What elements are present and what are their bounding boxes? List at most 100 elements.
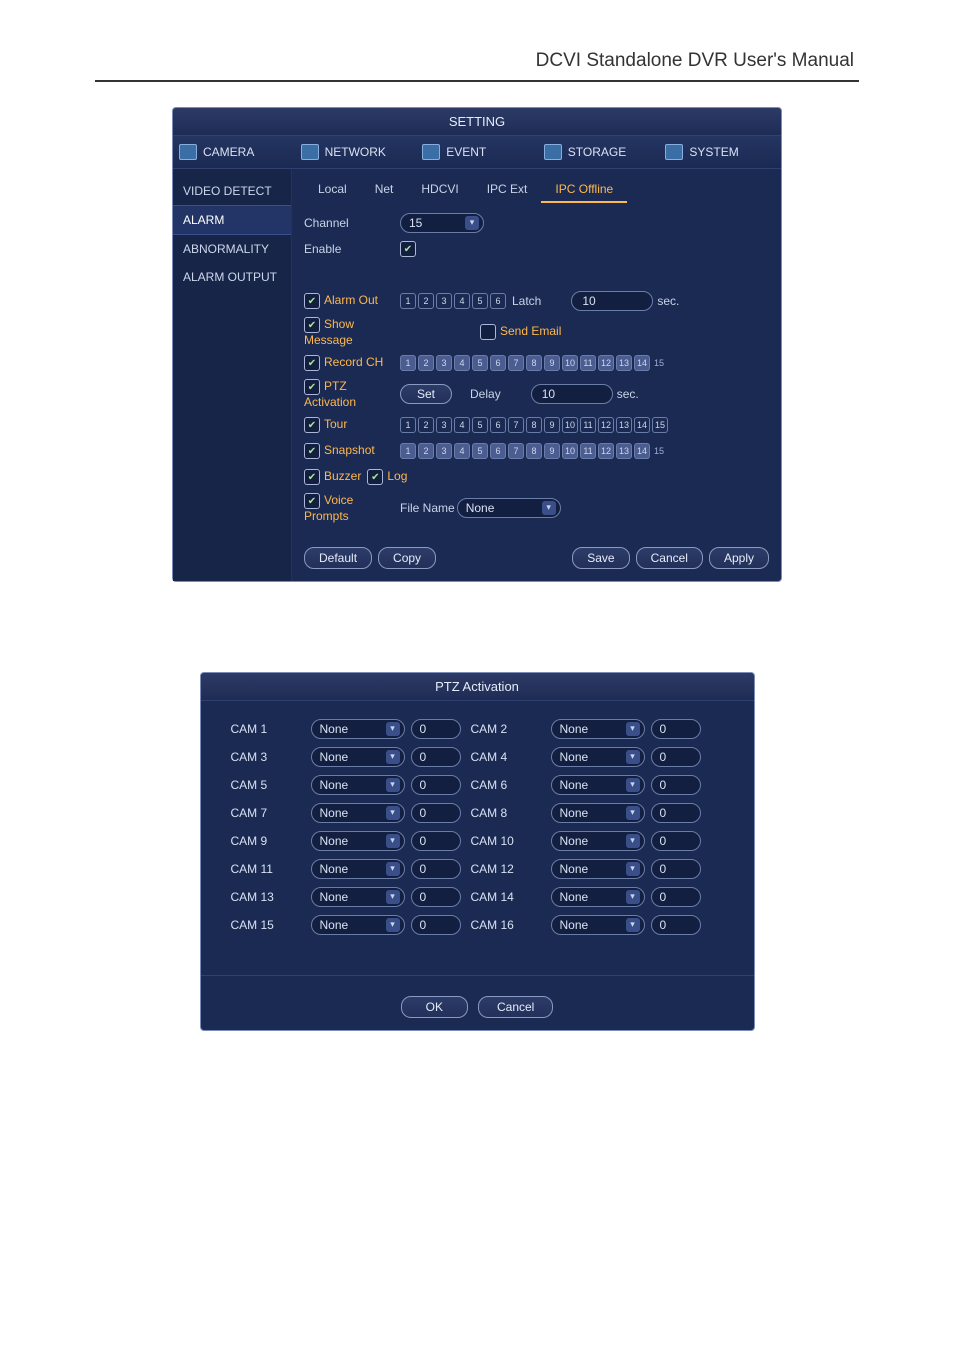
- cam-mode-dropdown[interactable]: None▾: [311, 859, 405, 879]
- top-tabs: CAMERA NETWORK EVENT STORAGE SYSTEM: [173, 136, 781, 169]
- cam-mode-dropdown[interactable]: None▾: [311, 747, 405, 767]
- cam-mode-dropdown[interactable]: None▾: [551, 747, 645, 767]
- sidebar-item-alarm-output[interactable]: ALARM OUTPUT: [173, 263, 291, 291]
- cam-label: CAM 9: [231, 834, 301, 848]
- default-button[interactable]: Default: [304, 547, 372, 569]
- log-checkbox[interactable]: [367, 469, 383, 485]
- cam-value-input[interactable]: 0: [651, 887, 701, 907]
- ptz-checkbox[interactable]: [304, 379, 320, 395]
- cam-mode-dropdown[interactable]: None▾: [551, 775, 645, 795]
- apply-button[interactable]: Apply: [709, 547, 769, 569]
- cam-value-input[interactable]: 0: [411, 719, 461, 739]
- set-button[interactable]: Set: [400, 384, 452, 404]
- cam-value-input[interactable]: 0: [411, 831, 461, 851]
- buzzer-checkbox[interactable]: [304, 469, 320, 485]
- cam-value-input[interactable]: 0: [651, 719, 701, 739]
- cam-label: CAM 2: [471, 722, 541, 736]
- filename-dropdown[interactable]: None ▾: [457, 498, 561, 518]
- ptz-cancel-button[interactable]: Cancel: [478, 996, 553, 1018]
- sendemail-checkbox[interactable]: [480, 324, 496, 340]
- sidebar: VIDEO DETECT ALARM ABNORMALITY ALARM OUT…: [173, 169, 292, 581]
- tab-camera[interactable]: CAMERA: [173, 136, 295, 168]
- cam-label: CAM 15: [231, 918, 301, 932]
- cam-value-input[interactable]: 0: [411, 803, 461, 823]
- cam-mode-dropdown[interactable]: None▾: [551, 803, 645, 823]
- cam-value-input[interactable]: 0: [651, 831, 701, 851]
- tab-storage-label: STORAGE: [568, 145, 626, 159]
- cam-value-input[interactable]: 0: [411, 747, 461, 767]
- storage-icon: [544, 144, 562, 160]
- subtab-local[interactable]: Local: [304, 177, 361, 203]
- cam-value-input[interactable]: 0: [651, 775, 701, 795]
- tab-event[interactable]: EVENT: [416, 136, 538, 168]
- tour-channels[interactable]: 123456789101112131415: [400, 417, 668, 433]
- cam-mode-dropdown[interactable]: None▾: [311, 803, 405, 823]
- tab-system[interactable]: SYSTEM: [659, 136, 781, 168]
- cam-mode-dropdown[interactable]: None▾: [551, 887, 645, 907]
- cam-mode-dropdown[interactable]: None▾: [311, 775, 405, 795]
- cam-mode-dropdown[interactable]: None▾: [551, 915, 645, 935]
- sendemail-label: Send Email: [500, 324, 561, 338]
- cam-label: CAM 1: [231, 722, 301, 736]
- cam-label: CAM 4: [471, 750, 541, 764]
- cancel-button[interactable]: Cancel: [636, 547, 703, 569]
- tab-event-label: EVENT: [446, 145, 486, 159]
- delay-label: Delay: [470, 387, 501, 401]
- delay-input[interactable]: 10: [531, 384, 613, 404]
- setting-title: SETTING: [173, 108, 781, 136]
- tour-checkbox[interactable]: [304, 417, 320, 433]
- cam-mode-dropdown[interactable]: None▾: [311, 915, 405, 935]
- cam-value-input[interactable]: 0: [651, 747, 701, 767]
- sidebar-item-video-detect[interactable]: VIDEO DETECT: [173, 177, 291, 205]
- tab-network[interactable]: NETWORK: [295, 136, 417, 168]
- cam-value-input[interactable]: 0: [411, 887, 461, 907]
- cam-mode-dropdown[interactable]: None▾: [551, 831, 645, 851]
- cam-mode-dropdown[interactable]: None▾: [311, 719, 405, 739]
- header-rule: [95, 80, 859, 82]
- subtab-hdcvi[interactable]: HDCVI: [407, 177, 472, 203]
- tab-storage[interactable]: STORAGE: [538, 136, 660, 168]
- alarmout-channels[interactable]: 123456: [400, 293, 506, 309]
- voice-checkbox[interactable]: [304, 493, 320, 509]
- ptz-window: PTZ Activation CAM 1None▾0CAM 2None▾0CAM…: [200, 672, 755, 1031]
- cam-label: CAM 7: [231, 806, 301, 820]
- filename-label: File Name: [400, 501, 455, 515]
- channel-dropdown[interactable]: 15 ▾: [400, 213, 484, 233]
- cam-value-input[interactable]: 0: [411, 915, 461, 935]
- log-label: Log: [387, 469, 407, 483]
- sidebar-item-abnormality[interactable]: ABNORMALITY: [173, 235, 291, 263]
- alarmout-checkbox[interactable]: [304, 293, 320, 309]
- tab-network-label: NETWORK: [325, 145, 386, 159]
- subtab-ipcext[interactable]: IPC Ext: [473, 177, 542, 203]
- save-button[interactable]: Save: [572, 547, 629, 569]
- subtab-net[interactable]: Net: [361, 177, 408, 203]
- cam-mode-dropdown[interactable]: None▾: [311, 887, 405, 907]
- network-icon: [301, 144, 319, 160]
- cam-value-input[interactable]: 0: [411, 859, 461, 879]
- showmsg-checkbox[interactable]: [304, 317, 320, 333]
- snapshot-checkbox[interactable]: [304, 443, 320, 459]
- subtab-ipcoffline[interactable]: IPC Offline: [541, 177, 627, 203]
- cam-mode-dropdown[interactable]: None▾: [551, 859, 645, 879]
- cam-value-input[interactable]: 0: [651, 859, 701, 879]
- event-icon: [422, 144, 440, 160]
- ok-button[interactable]: OK: [401, 996, 468, 1018]
- recordch-channels[interactable]: 123456789101112131415: [400, 355, 666, 371]
- enable-checkbox[interactable]: [400, 241, 416, 257]
- cam-value-input[interactable]: 0: [411, 775, 461, 795]
- cam-label: CAM 14: [471, 890, 541, 904]
- recordch-checkbox[interactable]: [304, 355, 320, 371]
- latch-unit: sec.: [657, 294, 679, 308]
- cam-value-input[interactable]: 0: [651, 915, 701, 935]
- copy-button[interactable]: Copy: [378, 547, 436, 569]
- cam-value-input[interactable]: 0: [651, 803, 701, 823]
- cam-label: CAM 12: [471, 862, 541, 876]
- snapshot-channels[interactable]: 123456789101112131415: [400, 443, 666, 459]
- recordch-label: Record CH: [324, 355, 383, 369]
- cam-label: CAM 3: [231, 750, 301, 764]
- cam-mode-dropdown[interactable]: None▾: [311, 831, 405, 851]
- latch-input[interactable]: 10: [571, 291, 653, 311]
- tour-label: Tour: [324, 417, 347, 431]
- cam-mode-dropdown[interactable]: None▾: [551, 719, 645, 739]
- sidebar-item-alarm[interactable]: ALARM: [173, 205, 291, 235]
